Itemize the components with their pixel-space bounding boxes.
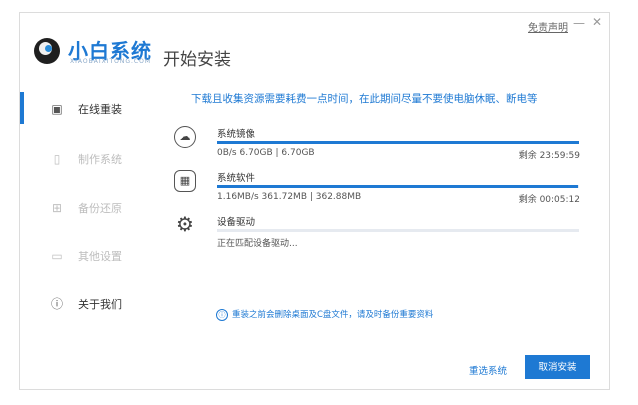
sidebar-item-about-us[interactable]: ⓘ 关于我们 bbox=[20, 290, 160, 318]
sidebar-item-make-system[interactable]: ▯ 制作系统 bbox=[20, 145, 160, 173]
installer-window: 免责声明 — ✕ 小白系统 XIAOBAIXITONG.COM 开始安装 ▣ 在… bbox=[19, 12, 610, 390]
sidebar-item-label: 其他设置 bbox=[78, 250, 122, 263]
task-remaining-time: 剩余 00:05:12 bbox=[518, 195, 580, 205]
monitor-icon: ▣ bbox=[51, 102, 63, 116]
cancel-install-button[interactable]: 取消安装 bbox=[525, 355, 590, 379]
sidebar-item-label: 备份还原 bbox=[78, 202, 122, 215]
task-progress-bar bbox=[217, 229, 579, 232]
disclaimer-link[interactable]: 免责声明 bbox=[528, 19, 568, 34]
page-title: 开始安装 bbox=[163, 50, 231, 70]
task-name: 设备驱动 bbox=[217, 217, 256, 228]
logo-url: XIAOBAIXITONG.COM bbox=[70, 58, 151, 65]
sidebar-item-label: 关于我们 bbox=[78, 298, 122, 311]
task-stats: 1.16MB/s 361.72MB | 362.88MB bbox=[217, 192, 362, 202]
settings-icon: ▭ bbox=[51, 249, 63, 263]
notice-text: 下载且收集资源需要耗费一点时间，在此期间尽量不要使电脑休眠、断电等 bbox=[191, 93, 538, 105]
usb-icon: ▯ bbox=[53, 152, 61, 166]
sidebar-item-backup-restore[interactable]: ⊞ 备份还原 bbox=[20, 194, 160, 222]
gear-icon: ⚙ bbox=[176, 212, 194, 236]
sidebar-item-label: 制作系统 bbox=[78, 153, 122, 166]
task-remaining-time: 剩余 23:59:59 bbox=[518, 151, 580, 161]
task-progress-fill bbox=[217, 185, 578, 188]
close-button[interactable]: ✕ bbox=[592, 15, 602, 29]
sidebar-item-label: 在线重装 bbox=[78, 103, 122, 116]
task-stats: 0B/s 6.70GB | 6.70GB bbox=[217, 148, 315, 158]
backup-icon: ⊞ bbox=[51, 201, 63, 215]
info-icon: ⓘ bbox=[216, 308, 228, 321]
info-icon: ⓘ bbox=[50, 297, 63, 311]
task-progress-fill bbox=[217, 141, 579, 144]
backup-warning-text: 重装之前会删除桌面及C盘文件，请及时备份重要资料 bbox=[232, 310, 434, 320]
logo-icon bbox=[34, 38, 60, 64]
minimize-button[interactable]: — bbox=[573, 16, 585, 30]
task-progress-bar bbox=[217, 185, 579, 188]
sidebar-item-other-settings[interactable]: ▭ 其他设置 bbox=[20, 242, 160, 270]
sidebar-item-online-reinstall[interactable]: ▣ 在线重装 bbox=[20, 95, 160, 123]
task-name: 系统镜像 bbox=[217, 129, 256, 140]
task-name: 系统软件 bbox=[217, 173, 256, 184]
task-stats: 正在匹配设备驱动... bbox=[217, 239, 298, 249]
apps-icon: ▦ bbox=[174, 170, 196, 192]
cloud-icon: ☁ bbox=[174, 126, 196, 148]
task-progress-bar bbox=[217, 141, 579, 144]
backup-warning: ⓘ 重装之前会删除桌面及C盘文件，请及时备份重要资料 bbox=[216, 308, 433, 321]
reselect-system-button[interactable]: 重选系统 bbox=[469, 363, 507, 377]
